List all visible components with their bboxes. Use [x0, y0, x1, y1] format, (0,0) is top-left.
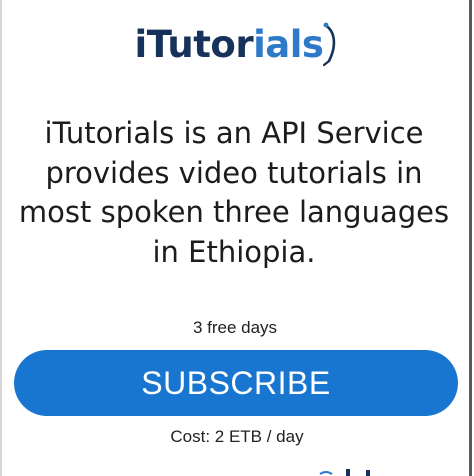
- partial-logo-fragment: [319, 469, 370, 476]
- service-description: iTutorials is an API Service provides vi…: [18, 116, 450, 269]
- logo-text-accent: ials: [253, 22, 324, 66]
- logo-text-primary: iTutor: [134, 22, 254, 66]
- subscribe-button[interactable]: SUBSCRIBE: [14, 350, 458, 416]
- app-logo: iTutorials: [0, 14, 474, 74]
- logo-swoosh-icon: [323, 22, 336, 67]
- free-trial-text: 3 free days: [192, 318, 278, 337]
- cost-text: Cost: 2 ETB / day: [170, 427, 304, 446]
